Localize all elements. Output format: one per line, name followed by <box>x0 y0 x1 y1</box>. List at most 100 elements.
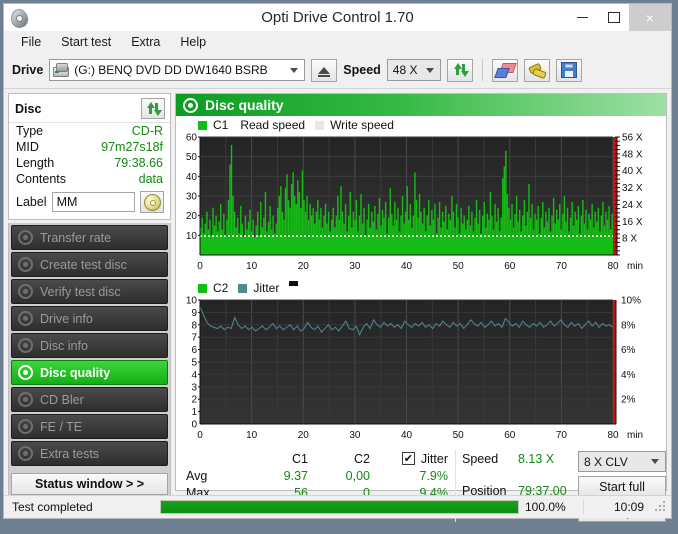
save-icon <box>560 62 577 78</box>
svg-text:20: 20 <box>298 261 310 272</box>
main-body: Disc Type CD-R MID 97m27s18f Length 79:3… <box>4 89 671 522</box>
sidebar-item-fe-te[interactable]: FE / TE <box>11 414 168 439</box>
svg-text:0: 0 <box>197 261 203 272</box>
legend-label-jitter: Jitter <box>253 281 280 295</box>
disc-label-button[interactable] <box>140 191 164 213</box>
legend-label-c1: C1 <box>213 118 229 132</box>
jitter-toggle[interactable]: ✔ Jitter <box>370 452 448 466</box>
disc-info-panel: Disc Type CD-R MID 97m27s18f Length 79:3… <box>8 93 171 220</box>
sidebar-item-label: CD Bler <box>40 392 84 407</box>
c2-chart-svg: 123456789100 2%4%6%8%10% 0 10 20 30 40 50 60 70… <box>186 296 643 441</box>
status-window-button[interactable]: Status window > > <box>11 473 168 495</box>
disc-info-row-contents: Contents data <box>9 171 170 187</box>
menu-item-help[interactable]: Help <box>171 33 215 51</box>
disc-quality-panel: Disc quality C1 Read speed Write speed 1… <box>175 93 667 522</box>
speed-select[interactable]: 48 X <box>386 59 441 81</box>
svg-text:10: 10 <box>186 296 198 307</box>
disc-label-input[interactable]: MM <box>51 192 135 212</box>
svg-text:30: 30 <box>186 192 198 203</box>
svg-text:30: 30 <box>349 430 361 441</box>
disc-icon <box>18 257 33 272</box>
readout-speed-value: 8.13 X <box>518 451 555 466</box>
eraser-icon <box>493 63 517 78</box>
disc-icon <box>18 311 33 326</box>
disc-length-value: 79:38.66 <box>114 156 163 170</box>
c2-jitter-chart: 1 2 3 4 5 6 7 8 9 10 0 2% 4% 6% 8% 10% 0 10 20 30 40 50 60 70… <box>176 296 666 446</box>
svg-text:20: 20 <box>186 211 198 222</box>
svg-text:32 X: 32 X <box>622 183 643 194</box>
svg-text:min: min <box>627 261 643 272</box>
minimize-button[interactable] <box>567 4 598 31</box>
tools-button[interactable] <box>523 58 550 82</box>
sidebar-item-transfer-rate[interactable]: Transfer rate <box>11 225 168 250</box>
svg-text:0: 0 <box>191 420 197 431</box>
sidebar-item-cd-bler[interactable]: CD Bler <box>11 387 168 412</box>
disc-mid-key: MID <box>16 140 39 154</box>
stats-row-avg: Avg 9.37 0,00 7.9% <box>186 467 455 484</box>
write-mode-value: 8 X CLV <box>584 454 628 469</box>
svg-text:50: 50 <box>453 430 465 441</box>
svg-text:40 X: 40 X <box>622 166 643 177</box>
sidebar-item-drive-info[interactable]: Drive info <box>11 306 168 331</box>
svg-text:10: 10 <box>246 430 258 441</box>
svg-text:70: 70 <box>556 261 568 272</box>
menu-item-start-test[interactable]: Start test <box>52 33 120 51</box>
speed-label: Speed <box>343 63 381 77</box>
yellow-disc-icon <box>143 193 161 211</box>
sidebar-item-extra-tests[interactable]: Extra tests <box>11 441 168 466</box>
disc-contents-key: Contents <box>16 172 67 186</box>
c1-chart: 10 20 30 40 50 60 8 X 16 X 24 X 32 X 40 X 48 X 56 X… <box>176 133 666 279</box>
disc-type-value: CD-R <box>131 124 163 138</box>
write-mode-select[interactable]: 8 X CLV <box>578 451 666 472</box>
progress-percent: 100.0% <box>525 500 566 514</box>
disc-info-row-type: Type CD-R <box>9 123 170 139</box>
sidebar-item-disc-quality[interactable]: Disc quality <box>11 360 168 385</box>
sidebar-item-disc-info[interactable]: Disc info <box>11 333 168 358</box>
drive-icon <box>53 62 70 78</box>
chevron-down-icon <box>290 67 299 73</box>
stats-avg-c1: 9.37 <box>283 468 308 483</box>
svg-text:30: 30 <box>349 261 361 272</box>
close-button[interactable]: × <box>629 4 671 31</box>
save-button[interactable] <box>555 58 582 82</box>
disc-label-key: Label <box>16 195 47 209</box>
svg-text:60: 60 <box>504 430 516 441</box>
refresh-icon <box>145 101 162 117</box>
legend-swatch-c2 <box>198 283 207 293</box>
svg-text:24 X: 24 X <box>622 200 643 211</box>
scale-marker-icon <box>289 281 299 286</box>
start-full-button[interactable]: Start full <box>578 476 666 497</box>
erase-button[interactable] <box>491 58 518 82</box>
jitter-checkbox[interactable]: ✔ <box>401 452 415 465</box>
sidebar-item-label: Verify test disc <box>40 284 121 299</box>
drive-label: Drive <box>12 63 44 77</box>
eject-button[interactable] <box>311 58 338 82</box>
chevron-down-icon <box>651 459 659 464</box>
svg-text:6: 6 <box>191 345 197 356</box>
title-bar: Opti Drive Control 1.70 × <box>4 4 671 31</box>
svg-text:0: 0 <box>197 430 203 441</box>
menu-item-file[interactable]: File <box>12 33 50 51</box>
sidebar: Disc Type CD-R MID 97m27s18f Length 79:3… <box>8 93 171 498</box>
disc-icon <box>18 338 33 353</box>
disc-type-key: Type <box>16 124 44 138</box>
drive-select[interactable]: (G:) BENQ DVD DD DW1640 BSRB <box>49 59 306 81</box>
status-bar: Test completed 100.0% 10:09 <box>4 495 671 518</box>
disc-icon <box>18 446 33 461</box>
sidebar-item-label: FE / TE <box>40 419 83 434</box>
sidebar-item-verify-test-disc[interactable]: Verify test disc <box>11 279 168 304</box>
svg-text:16 X: 16 X <box>622 217 643 228</box>
elapsed-time: 10:09 <box>583 500 654 514</box>
sidebar-item-create-test-disc[interactable]: Create test disc <box>11 252 168 277</box>
disc-mid-value: 97m27s18f <box>101 140 163 154</box>
maximize-button[interactable] <box>598 4 629 31</box>
svg-text:40: 40 <box>401 430 413 441</box>
svg-text:5: 5 <box>191 358 197 369</box>
minimize-icon <box>577 17 588 18</box>
refresh-button[interactable] <box>446 58 473 82</box>
svg-text:2%: 2% <box>621 395 636 406</box>
app-disc-icon <box>9 6 30 30</box>
resize-grip[interactable] <box>654 500 668 514</box>
disc-refresh-button[interactable] <box>141 98 165 119</box>
menu-item-extra[interactable]: Extra <box>122 33 169 51</box>
